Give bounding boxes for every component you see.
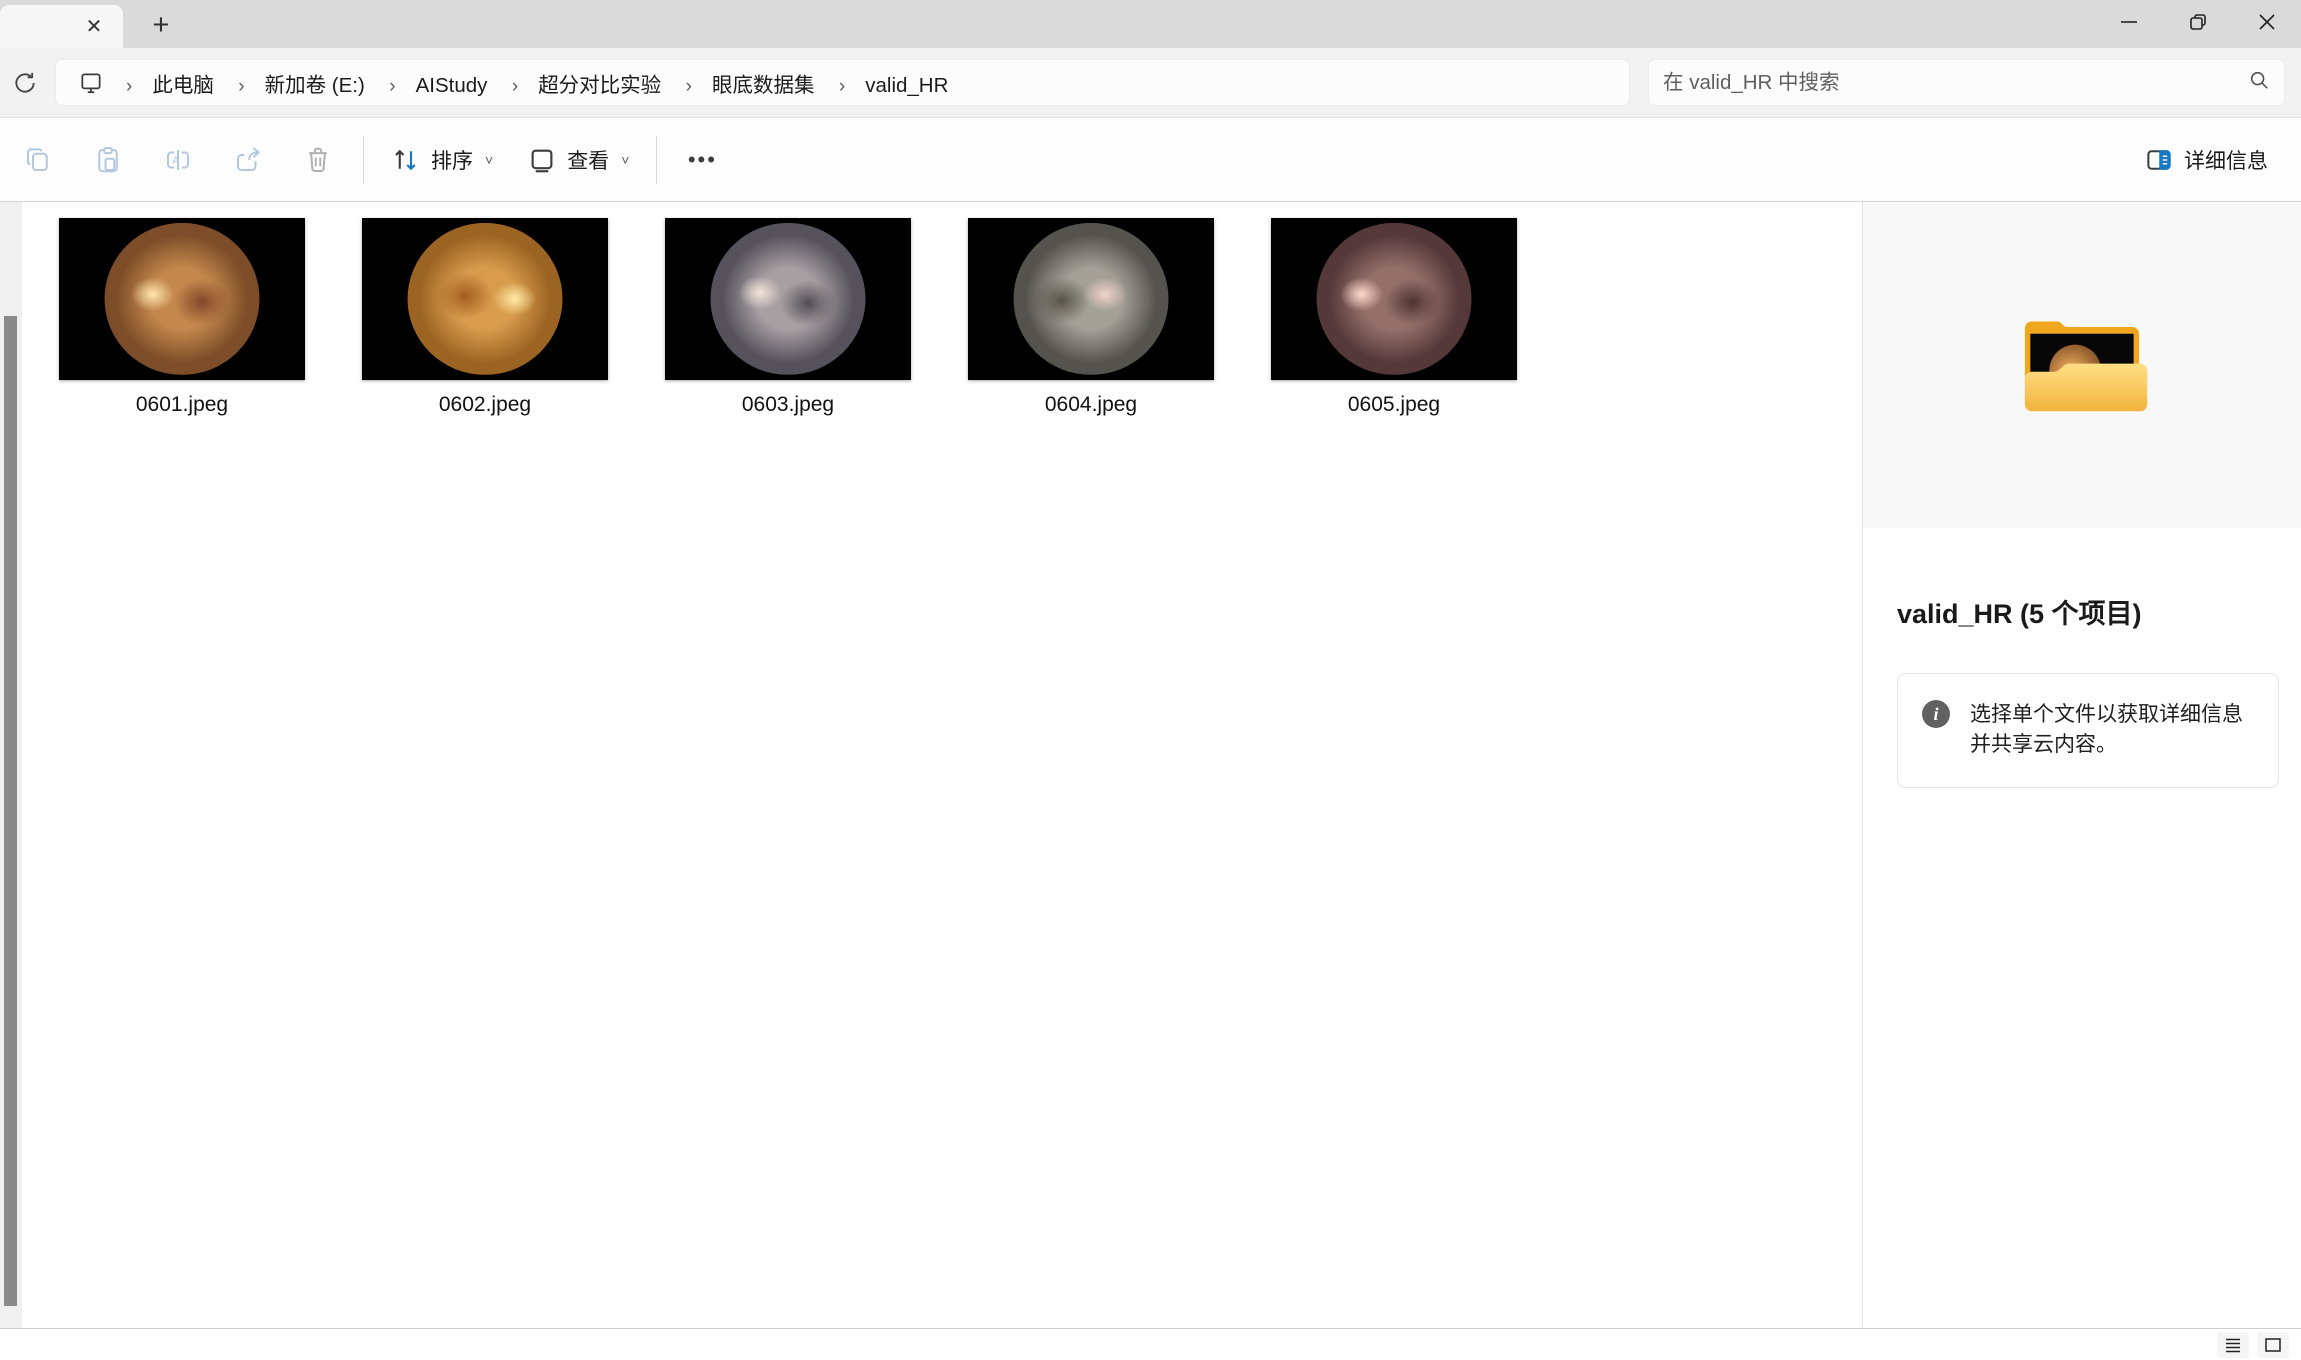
folder-icon <box>2024 321 2148 412</box>
fundus-thumbnail[interactable] <box>362 218 608 380</box>
details-pane: valid_HR (5 个项目) i 选择单个文件以获取详细信息并共享云内容。 <box>1863 202 2301 1328</box>
restore-button[interactable] <box>2163 0 2232 44</box>
address-bar[interactable]: › 此电脑 › 新加卷 (E:) › AIStudy › 超分对比实验 › 眼底数据集 ›… <box>55 59 1630 106</box>
file-explorer-window: ✕ + › 此电脑 › 新加卷 (E:) › AIStudy › 超分对比实验 … <box>0 0 2301 1360</box>
details-pane-label: 详细信息 <box>2184 149 2268 173</box>
file-name: 0604.jpeg <box>1044 393 1138 416</box>
share-icon <box>237 146 260 171</box>
fundus-image <box>710 222 866 376</box>
fundus-image <box>407 222 563 376</box>
fundus-thumbnail[interactable] <box>1271 218 1517 380</box>
info-icon: i <box>1922 700 1950 728</box>
command-toolbar: A 排序 ˅ 查看 ˅ ••• 详细信息 <box>0 118 2301 202</box>
file-item[interactable]: 0605.jpeg <box>1271 218 1517 417</box>
tab-bar: ✕ + <box>0 0 2301 48</box>
more-icon: ••• <box>687 146 717 172</box>
fundus-image <box>1316 222 1472 376</box>
file-item[interactable]: 0601.jpeg <box>59 218 305 417</box>
file-list-area[interactable]: 0601.jpeg 0602.jpeg 0603.jpeg 0604.jpeg … <box>22 202 1862 1328</box>
file-item[interactable]: 0604.jpeg <box>968 218 1214 417</box>
fundus-thumbnail[interactable] <box>59 218 305 380</box>
breadcrumb-chevron: › <box>389 75 396 97</box>
view-icon <box>531 149 553 172</box>
left-scrollbar-track[interactable] <box>0 202 22 1328</box>
list-view-icon[interactable] <box>2217 1331 2249 1358</box>
new-tab-button[interactable]: + <box>142 8 180 42</box>
toolbar-separator <box>363 135 364 184</box>
see-more-button[interactable]: ••• <box>674 132 730 188</box>
this-pc-icon[interactable] <box>66 70 116 96</box>
rename-icon: A <box>167 149 189 170</box>
address-row: › 此电脑 › 新加卷 (E:) › AIStudy › 超分对比实验 › 眼底数据集 ›… <box>0 48 2301 118</box>
sort-button[interactable]: 排序 ˅ <box>381 132 503 188</box>
copy-button[interactable] <box>10 132 66 188</box>
file-name: 0603.jpeg <box>741 393 835 416</box>
toolbar-separator <box>656 135 658 184</box>
explorer-tab[interactable]: ✕ <box>0 5 123 48</box>
refresh-icon[interactable] <box>2 60 48 106</box>
sort-icon <box>395 149 416 170</box>
share-button[interactable] <box>220 132 276 188</box>
breadcrumb-item[interactable]: AIStudy <box>406 70 498 101</box>
search-box[interactable] <box>1648 59 2285 106</box>
file-item[interactable]: 0603.jpeg <box>665 218 911 417</box>
fundus-thumbnail[interactable] <box>665 218 911 380</box>
breadcrumb-chevron: › <box>511 75 519 97</box>
breadcrumb-item[interactable]: 超分对比实验 <box>528 70 671 101</box>
search-icon[interactable] <box>2248 69 2270 96</box>
fundus-thumbnail[interactable] <box>968 218 1214 380</box>
chevron-down-icon: ˅ <box>485 151 494 168</box>
fundus-image <box>1013 222 1169 376</box>
files-row: 0601.jpeg 0602.jpeg 0603.jpeg 0604.jpeg … <box>22 202 1862 417</box>
breadcrumb: › 此电脑 › 新加卷 (E:) › AIStudy › 超分对比实验 › 眼底数据集 ›… <box>116 68 958 98</box>
file-item[interactable]: 0602.jpeg <box>362 218 608 417</box>
breadcrumb-chevron: › <box>126 75 133 97</box>
info-box: i 选择单个文件以获取详细信息并共享云内容。 <box>1897 673 2279 788</box>
view-label: 查看 <box>567 149 610 173</box>
explorer-body: 0601.jpeg 0602.jpeg 0603.jpeg 0604.jpeg … <box>0 202 2301 1328</box>
delete-button[interactable] <box>290 132 346 188</box>
trash-icon <box>309 147 327 172</box>
thumbnail-view-icon[interactable] <box>2257 1331 2289 1358</box>
details-pane-icon <box>2147 149 2171 170</box>
details-pane-toggle[interactable]: 详细信息 <box>2134 132 2278 188</box>
breadcrumb-item[interactable]: valid_HR <box>855 70 958 101</box>
copy-icon <box>26 147 48 171</box>
fundus-image <box>104 222 260 376</box>
file-name: 0601.jpeg <box>135 393 229 416</box>
rename-button[interactable]: A <box>150 132 206 188</box>
file-name: 0602.jpeg <box>438 393 532 416</box>
view-button[interactable]: 查看 ˅ <box>517 132 639 188</box>
left-scrollbar-thumb[interactable] <box>4 316 17 1306</box>
folder-summary-title: valid_HR (5 个项目) <box>1897 599 2142 629</box>
minimize-button[interactable] <box>2094 0 2163 44</box>
window-controls <box>2094 0 2301 48</box>
breadcrumb-item[interactable]: 新加卷 (E:) <box>255 70 375 101</box>
breadcrumb-chevron: › <box>238 75 245 97</box>
chevron-down-icon: ˅ <box>621 151 630 168</box>
close-button[interactable] <box>2232 0 2301 44</box>
breadcrumb-chevron: › <box>685 75 692 97</box>
paste-button[interactable] <box>80 132 136 188</box>
breadcrumb-item[interactable]: 眼底数据集 <box>702 70 825 101</box>
tab-close-icon[interactable]: ✕ <box>79 12 109 42</box>
svg-text:A: A <box>172 154 180 166</box>
search-input[interactable] <box>1663 70 2240 95</box>
sort-label: 排序 <box>431 149 473 173</box>
breadcrumb-chevron: › <box>838 75 846 97</box>
file-name: 0605.jpeg <box>1347 393 1441 416</box>
breadcrumb-item[interactable]: 此电脑 <box>142 70 224 101</box>
info-text: 选择单个文件以获取详细信息并共享云内容。 <box>1970 703 2243 757</box>
folder-preview-area <box>1863 202 2301 528</box>
status-bar <box>0 1328 2301 1360</box>
paste-icon <box>98 146 118 172</box>
